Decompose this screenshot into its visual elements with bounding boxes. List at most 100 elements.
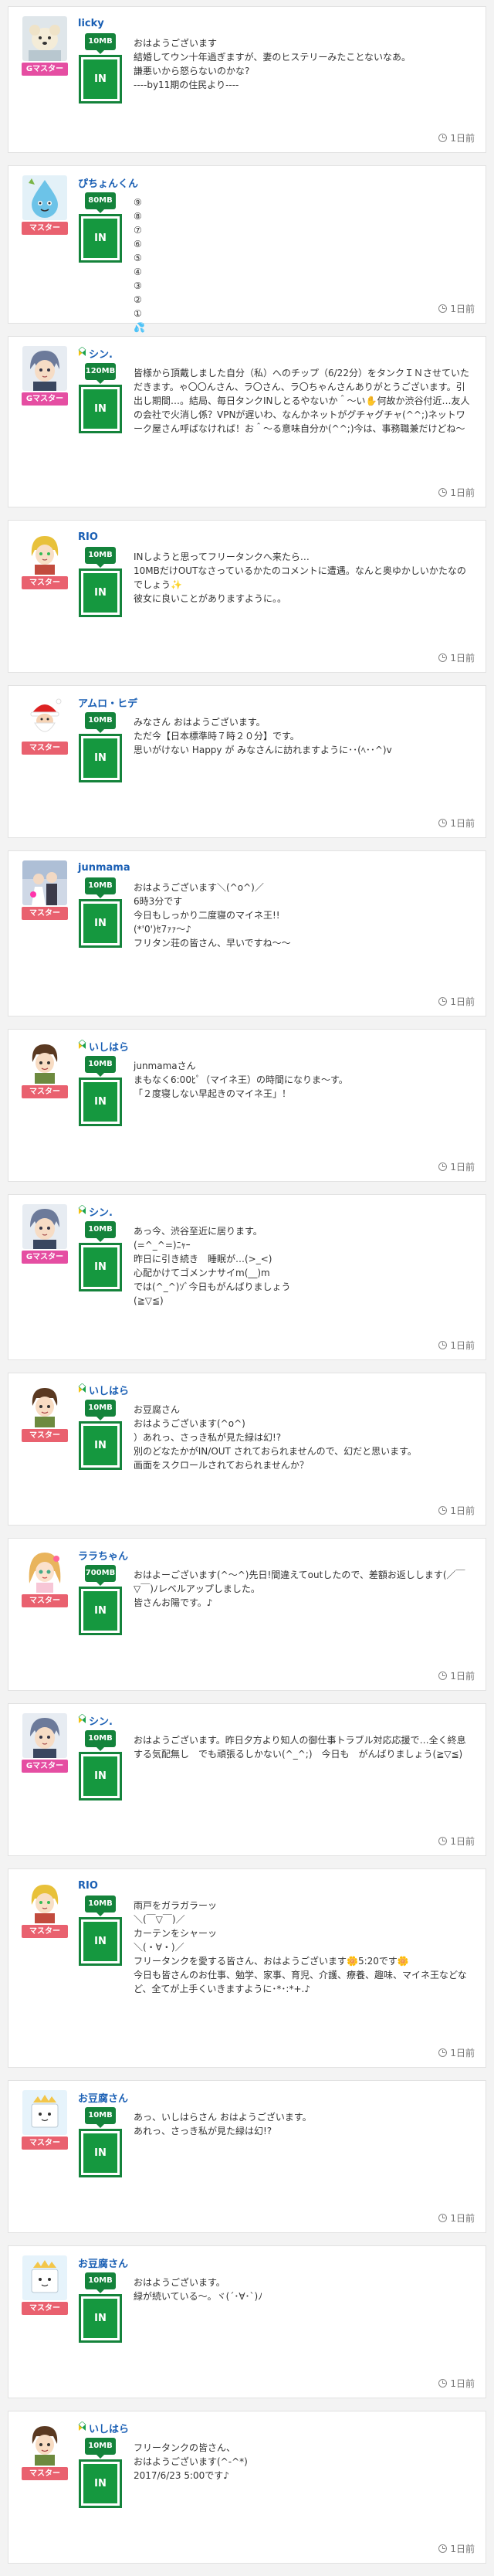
username-text: RIO xyxy=(78,531,98,543)
rank-badge: Gマスター xyxy=(22,63,68,76)
wedding-avatar[interactable] xyxy=(22,860,67,905)
clock-icon xyxy=(438,2544,448,2553)
tank-in-button[interactable]: IN xyxy=(79,899,122,948)
amount-pointer xyxy=(96,380,104,384)
rank-badge: マスター xyxy=(22,1429,68,1442)
post-timestamp: 1日前 xyxy=(438,302,475,315)
username-link[interactable]: junmama xyxy=(78,860,475,874)
anime-male-avatar[interactable] xyxy=(22,1204,67,1249)
tank-in-button[interactable]: IN xyxy=(79,1078,122,1126)
beginner-mark-icon xyxy=(78,346,89,360)
tank-in-button[interactable]: IN xyxy=(79,385,122,433)
amount-pointer xyxy=(96,729,104,733)
boy-avatar[interactable] xyxy=(22,2421,67,2466)
tank-in-button[interactable]: IN xyxy=(79,568,122,617)
tank-in-button[interactable]: IN xyxy=(79,1752,122,1800)
anime-male-avatar[interactable] xyxy=(22,1713,67,1758)
clock-icon xyxy=(438,304,448,313)
post-author-column: Gマスター xyxy=(16,346,73,499)
username-text: アムロ・ヒデ xyxy=(78,697,138,710)
post-message: ⑨ ⑧ ⑦ ⑥ ⑤ ④ ③ ② ① 💦 xyxy=(134,197,145,333)
boy-avatar[interactable] xyxy=(22,1383,67,1427)
amount-label: 10MB xyxy=(85,1896,116,1912)
username-link[interactable]: シン. xyxy=(78,346,475,361)
username-link[interactable]: シン. xyxy=(78,1713,475,1728)
post-timestamp: 1日前 xyxy=(438,651,475,664)
amount-label: 10MB xyxy=(85,1400,116,1417)
tank-in-button[interactable]: IN xyxy=(79,734,122,782)
tank-in-button[interactable]: IN xyxy=(79,1421,122,1470)
clock-icon xyxy=(438,134,448,142)
username-link[interactable]: アムロ・ヒデ xyxy=(78,695,475,710)
amount-label: 10MB xyxy=(85,33,116,50)
amount-pointer xyxy=(96,2455,104,2459)
username-link[interactable]: いしはら xyxy=(78,1383,475,1397)
rank-badge: マスター xyxy=(22,2136,68,2150)
tank-in-label: IN xyxy=(83,219,117,258)
post-main: ララちゃん 700MB IN おはよーございます(^～^)先日!間違えてoutし… xyxy=(73,1548,475,1682)
post-main: いしはら 10MB IN フリータンクの皆さん、 おはようございます(^-^*)… xyxy=(73,2421,475,2555)
username-link[interactable]: ぴちょんくん xyxy=(78,175,475,190)
username-text: RIO xyxy=(78,1879,98,1892)
blonde-avatar[interactable] xyxy=(22,530,67,575)
post-card: マスター RIO 10MB IN INしようと思ってフリータンクへ来たら… 10… xyxy=(8,520,486,673)
username-text: いしはら xyxy=(89,2423,130,2435)
clock-icon xyxy=(438,2379,448,2388)
post-author-column: マスター xyxy=(16,1548,73,1682)
tank-in-label: IN xyxy=(83,2133,117,2173)
santa-avatar[interactable] xyxy=(22,695,67,740)
post-body: 10MB IN あっ、いしはらさん おはようございます。 あれっ、さっき私が見た… xyxy=(73,2107,475,2177)
anime-male-avatar[interactable] xyxy=(22,346,67,391)
post-body: 10MB IN お豆腐さん おはようございます(^o^) ）あれっ、さっき私が見… xyxy=(73,1400,475,1472)
tofu-avatar[interactable] xyxy=(22,2255,67,2300)
tank-action: 10MB IN xyxy=(78,2107,123,2177)
post-timestamp: 1日前 xyxy=(438,1669,475,1682)
username-link[interactable]: お豆腐さん xyxy=(78,2090,475,2105)
rank-badge: Gマスター xyxy=(22,1760,68,1773)
post-feed: Gマスター licky 10MB IN おはようございます 結婚してウン十年過ぎ… xyxy=(8,6,486,2564)
tank-action: 10MB IN xyxy=(78,877,123,950)
tank-in-button[interactable]: IN xyxy=(79,1917,122,1966)
username-link[interactable]: いしはら xyxy=(78,1039,475,1054)
username-link[interactable]: お豆腐さん xyxy=(78,2255,475,2270)
tank-in-button[interactable]: IN xyxy=(79,1587,122,1635)
tank-action: 10MB IN xyxy=(78,33,123,104)
post-main: シン. 10MB IN あっ今、渋谷至近に居ります。 (=^_^=)ﾆｬｰ 昨日… xyxy=(73,1204,475,1352)
tank-action: 80MB IN xyxy=(78,192,123,334)
username-link[interactable]: いしはら xyxy=(78,2421,475,2435)
post-body: 10MB IN あっ今、渋谷至近に居ります。 (=^_^=)ﾆｬｰ 昨日に引き続… xyxy=(73,1221,475,1308)
tank-in-button[interactable]: IN xyxy=(79,2294,122,2343)
post-body: 10MB IN フリータンクの皆さん、 おはようございます(^-^*) 2017… xyxy=(73,2438,475,2508)
tank-in-button[interactable]: IN xyxy=(79,55,122,104)
username-link[interactable]: RIO xyxy=(78,1879,475,1892)
clock-icon xyxy=(438,1837,448,1845)
timestamp-text: 1日前 xyxy=(450,1340,475,1351)
tank-in-label: IN xyxy=(83,1591,117,1631)
username-link[interactable]: licky xyxy=(78,16,475,30)
tank-in-label: IN xyxy=(83,1922,117,1961)
rank-badge: マスター xyxy=(22,1085,68,1098)
post-card: マスター junmama 10MB IN おはようございます＼(^o^)／ 6時… xyxy=(8,850,486,1016)
tofu-avatar[interactable] xyxy=(22,2090,67,2135)
post-message: INしようと思ってフリータンクへ来たら… 10MBだけOUTなさっているかたのコ… xyxy=(134,552,466,604)
username-link[interactable]: シン. xyxy=(78,1204,475,1219)
girl-avatar[interactable] xyxy=(22,1548,67,1593)
tank-in-button[interactable]: IN xyxy=(79,2129,122,2177)
amount-pointer xyxy=(96,2289,104,2293)
blonde-avatar[interactable] xyxy=(22,1879,67,1923)
beginner-mark-icon xyxy=(78,1039,89,1053)
username-text: junmama xyxy=(78,861,130,874)
post-timestamp: 1日前 xyxy=(438,816,475,830)
post-author-column: Gマスター xyxy=(16,1713,73,1848)
post-main: junmama 10MB IN おはようございます＼(^o^)／ 6時3分です … xyxy=(73,860,475,1008)
tank-in-button[interactable]: IN xyxy=(79,2459,122,2508)
tank-in-button[interactable]: IN xyxy=(79,214,122,263)
post-message: あっ、いしはらさん おはようございます。 あれっ、さっき私が見た緑は幻!? xyxy=(134,2112,312,2136)
dog-avatar[interactable] xyxy=(22,16,67,61)
tank-in-button[interactable]: IN xyxy=(79,1243,122,1291)
username-link[interactable]: RIO xyxy=(78,530,475,544)
drop-avatar[interactable] xyxy=(22,175,67,220)
post-message: 雨戸をガラガラーッ ＼(￣▽￣)／ カーテンをシャーッ ＼(・∀・)／ フリータ… xyxy=(134,1900,467,1994)
boy-avatar[interactable] xyxy=(22,1039,67,1084)
username-link[interactable]: ララちゃん xyxy=(78,1548,475,1563)
